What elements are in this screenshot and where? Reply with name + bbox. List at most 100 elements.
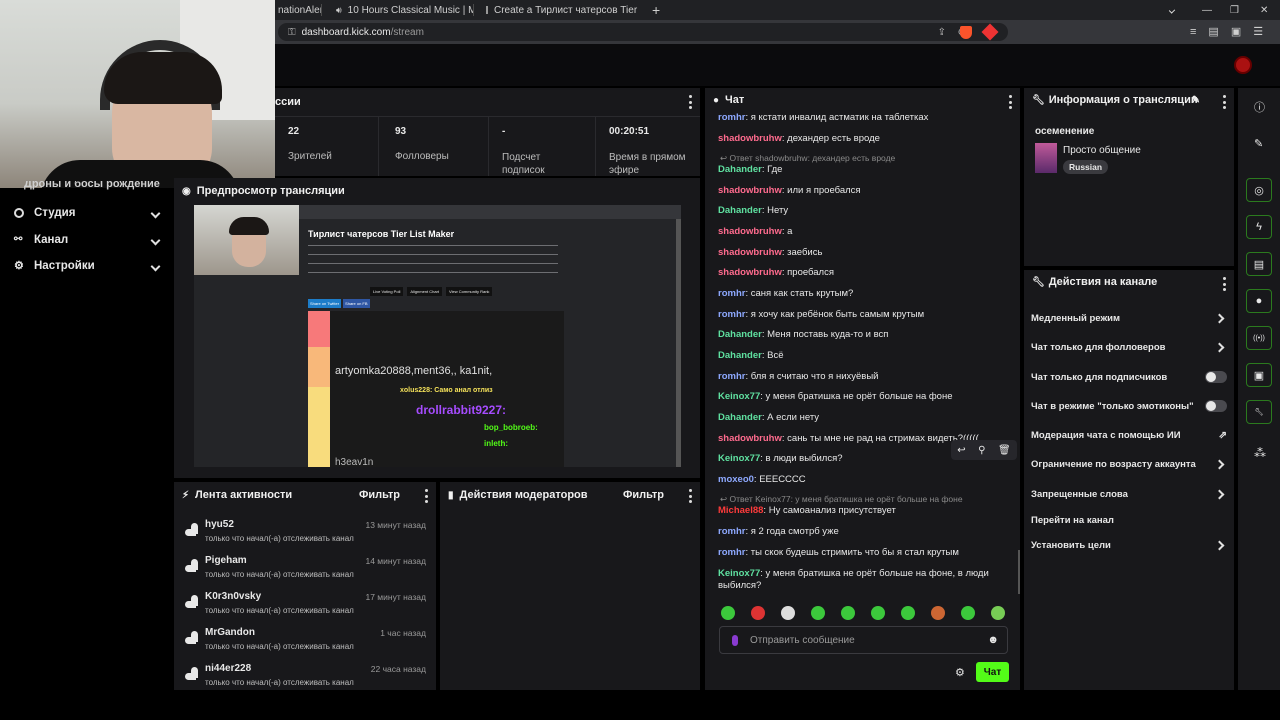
moderator-menu-icon[interactable]	[688, 489, 692, 503]
chat-message[interactable]: Michael88: Ну самоанализ присутствует	[718, 505, 1008, 517]
chat-username[interactable]: Michael88	[718, 505, 763, 516]
menu-icon[interactable]: ☰	[1253, 25, 1263, 38]
chat-message[interactable]: moxeo0: EEECCCC	[718, 474, 1008, 486]
chat-username[interactable]: Dahander	[718, 350, 762, 361]
chat-username[interactable]: Dahander	[718, 205, 762, 216]
reply-icon[interactable]: ↩	[957, 445, 965, 456]
channel-action-item[interactable]: Ограничение по возрасту аккаунта	[1031, 457, 1227, 471]
chat-username[interactable]: romhr	[718, 371, 745, 382]
chat-username[interactable]: romhr	[718, 309, 745, 320]
chat-message[interactable]: Dahander: А если нету	[718, 412, 1008, 424]
toggle-switch[interactable]	[1205, 400, 1227, 412]
activity-username[interactable]: MrGandon	[205, 627, 255, 638]
chat-username[interactable]: Dahander	[718, 329, 762, 340]
chat-message[interactable]: shadowbruhw: проебался	[718, 267, 1008, 279]
chat-username[interactable]: Keinox77	[718, 453, 760, 464]
wallet-icon[interactable]: ▣	[1231, 25, 1241, 38]
document-icon[interactable]: ▤	[1246, 252, 1272, 276]
chat-username[interactable]: romhr	[718, 526, 745, 537]
bolt-icon[interactable]: ϟ	[1246, 215, 1272, 239]
chat-username[interactable]: Keinox77	[718, 391, 760, 402]
channel-actions-menu-icon[interactable]	[1222, 277, 1226, 291]
target-icon[interactable]: ◎	[1246, 178, 1272, 202]
emote-icon[interactable]	[871, 606, 885, 620]
chat-message[interactable]: romhr: бля я считаю что я нихуёвый	[718, 371, 1008, 383]
emote-icon[interactable]	[991, 606, 1005, 620]
chat-message[interactable]: romhr: я кстати инвалид астматик на табл…	[718, 112, 1008, 124]
emoji-icon[interactable]: ☻	[987, 634, 999, 646]
chat-scrollbar[interactable]	[1018, 550, 1020, 594]
chat-username[interactable]: moxeo0	[718, 474, 754, 485]
channel-action-item[interactable]: Медленный режим	[1031, 311, 1227, 325]
share-icon[interactable]: ⇪	[938, 27, 946, 38]
broadcast-icon[interactable]: ((•))	[1246, 326, 1272, 350]
url-field[interactable]: ⚿ dashboard.kick.com/stream ⇪ ⊕	[278, 23, 1008, 41]
emote-icon[interactable]	[961, 606, 975, 620]
toggle-switch[interactable]	[1205, 371, 1227, 383]
channel-action-item[interactable]: Чат в режиме "только эмотиконы"	[1031, 399, 1227, 413]
trash-icon[interactable]: 🗑︎	[998, 445, 1011, 456]
minimize-icon[interactable]: —	[1196, 0, 1212, 20]
wrench-icon[interactable]: 🔧︎	[1246, 400, 1272, 424]
channel-action-item[interactable]: Чат только для подписчиков	[1031, 370, 1227, 384]
chat-username[interactable]: shadowbruhw	[718, 433, 782, 444]
chat-message[interactable]: romhr: ты скок будешь стримить что бы я …	[718, 547, 1008, 559]
chat-menu-icon[interactable]	[1008, 95, 1012, 109]
activity-username[interactable]: Pigeham	[205, 555, 247, 566]
chat-message[interactable]: romhr: я 2 года смотрб уже	[718, 526, 1008, 538]
activity-username[interactable]: K0r3n0vsky	[205, 591, 261, 602]
edit-icon[interactable]: ✎	[1254, 137, 1263, 150]
chat-username[interactable]: shadowbruhw	[718, 185, 782, 196]
chat-message[interactable]: Dahander: Меня поставь куда-то и всп	[718, 329, 1008, 341]
chat-message[interactable]: Dahander: Нету	[718, 205, 1008, 217]
chat-username[interactable]: shadowbruhw	[718, 267, 782, 278]
channel-action-item[interactable]: Запрещенные слова	[1031, 487, 1227, 501]
chat-icon[interactable]: ●	[1246, 289, 1272, 313]
panel-icon[interactable]: ▣	[1246, 363, 1272, 387]
chat-settings-icon[interactable]: ⚙	[955, 666, 965, 679]
chat-message[interactable]: shadowbruhw: заебись	[718, 247, 1008, 259]
channel-action-item[interactable]: Установить цели	[1031, 538, 1227, 552]
brave-shield-icon[interactable]	[960, 26, 972, 39]
chat-message[interactable]: shadowbruhw: дехандер есть вроде	[718, 133, 1008, 145]
channel-action-item[interactable]: Перейти на канал	[1031, 513, 1227, 527]
moderator-filter-button[interactable]: Фильтр	[623, 489, 664, 501]
chat-input[interactable]: Отправить сообщение ☻	[719, 626, 1008, 654]
emote-icon[interactable]	[751, 606, 765, 620]
browser-tab[interactable]: 🔊︎ 10 Hours Classical Music | Mozart, ✕	[324, 0, 474, 20]
browser-tab[interactable]: nationAlerts	[272, 0, 322, 20]
chat-message[interactable]: Keinox77: у меня братишка не орёт больше…	[718, 391, 1008, 403]
sidebar-item-settings[interactable]: ⚙ Настройки	[14, 258, 161, 274]
chat-message[interactable]: Dahander: Всё	[718, 350, 1008, 362]
channel-action-item[interactable]: Чат только для фолловеров	[1031, 340, 1227, 354]
chat-username[interactable]: shadowbruhw	[718, 226, 782, 237]
chat-username[interactable]: shadowbruhw	[718, 247, 782, 258]
activity-username[interactable]: ni44er228	[205, 663, 251, 674]
browser-tab[interactable]: Create a Тирлист чатерсов Tier List -	[480, 0, 640, 20]
emote-icon[interactable]	[841, 606, 855, 620]
close-window-icon[interactable]: ✕	[1254, 0, 1270, 20]
chat-username[interactable]: shadowbruhw	[718, 133, 782, 144]
tab-list-chevron-icon[interactable]	[1164, 0, 1180, 20]
chat-message[interactable]: Keinox77: у меня братишка не орёт больше…	[718, 568, 1008, 592]
restore-icon[interactable]: ❐	[1224, 0, 1240, 20]
chat-username[interactable]: romhr	[718, 547, 745, 558]
chat-message[interactable]: romhr: саня как стать крутым?	[718, 288, 1008, 300]
emote-icon[interactable]	[901, 606, 915, 620]
chat-username[interactable]: romhr	[718, 288, 745, 299]
chat-username[interactable]: Dahander	[718, 164, 762, 175]
more-actions-icon[interactable]: ⁂	[1254, 446, 1266, 460]
send-chat-button[interactable]: Чат	[976, 662, 1009, 682]
chat-message[interactable]: shadowbruhw: или я проебался	[718, 185, 1008, 197]
chat-message[interactable]: romhr: я хочу как ребёнок быть самым кру…	[718, 309, 1008, 321]
preview-video[interactable]: Тирлист чатерсов Tier List Maker Live Vo…	[194, 205, 681, 467]
emote-icon[interactable]	[781, 606, 795, 620]
user-avatar[interactable]	[1234, 56, 1252, 74]
chat-username[interactable]: Dahander	[718, 412, 762, 423]
sidebar-icon[interactable]: ▤	[1208, 25, 1218, 38]
new-tab-button[interactable]: +	[646, 0, 666, 20]
session-menu-icon[interactable]	[688, 95, 692, 109]
emote-icon[interactable]	[721, 606, 735, 620]
microphone-icon[interactable]	[732, 634, 738, 646]
chat-username[interactable]: Keinox77	[718, 568, 760, 579]
